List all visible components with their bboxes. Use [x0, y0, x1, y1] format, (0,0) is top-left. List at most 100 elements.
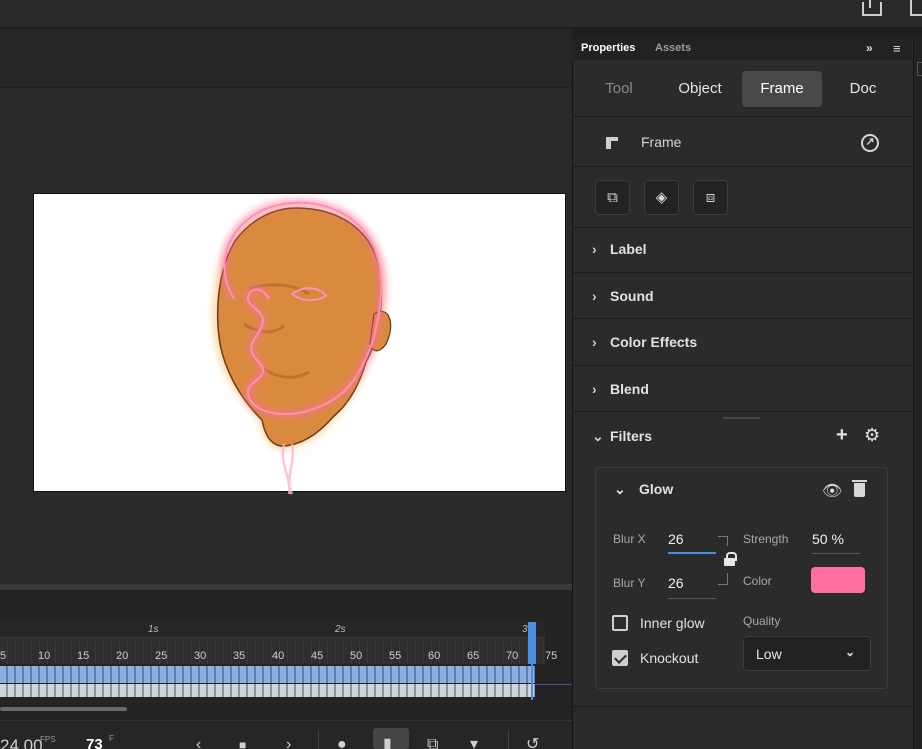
color-label: Color [743, 574, 772, 588]
blur-x-input[interactable]: 26 [668, 531, 684, 547]
edit-multiple-frames-icon[interactable]: ▮ [383, 737, 392, 749]
frame-number: 5 [0, 650, 7, 662]
keyframe-diamond-icon: ◈ [655, 189, 668, 206]
knockout-label[interactable]: Knockout [640, 650, 698, 666]
segment-object[interactable]: Object [662, 71, 738, 107]
segment-frame[interactable]: Frame [742, 71, 822, 107]
stage-toolbar [0, 29, 572, 87]
frame-number: 20 [116, 650, 129, 662]
next-frame-icon[interactable]: › [286, 737, 291, 749]
timeline-layer-end-line [535, 684, 572, 685]
chevron-right-icon: › [592, 381, 597, 397]
timeline-ruler[interactable] [0, 622, 545, 638]
lock-icon[interactable] [724, 552, 737, 566]
section-filters-title: Filters [610, 428, 653, 444]
share-icon[interactable] [860, 0, 882, 16]
tab-assets[interactable]: Assets [655, 42, 691, 54]
chevron-down-icon: ⌄ [614, 481, 626, 497]
insert-keyframe-icon[interactable]: ⧉ [427, 737, 438, 749]
panel-collapse-handle[interactable] [917, 62, 922, 76]
timeline-layer-frames[interactable] [0, 684, 535, 697]
section-filters[interactable]: ⌄ Filters [592, 428, 652, 445]
section-blend-title: Blend [610, 381, 649, 397]
arrow-up-right-circle-icon[interactable]: ↗ [861, 134, 879, 152]
trash-icon[interactable] [852, 480, 867, 497]
chevron-right-icon: › [592, 241, 597, 257]
quality-value: Low [756, 646, 782, 662]
section-label[interactable]: › Label [592, 241, 647, 257]
frame-number: 70 [506, 650, 519, 662]
frame-number: 55 [389, 650, 402, 662]
link-bracket [718, 573, 728, 585]
insert-blank-frame-icon[interactable]: ▾ [470, 737, 478, 749]
tab-properties[interactable]: Properties [581, 42, 635, 54]
timeline-second-label: 3 [522, 624, 528, 635]
head-artwork[interactable] [34, 194, 567, 514]
fps-unit: FPS [40, 735, 56, 744]
gear-icon[interactable]: ⚙ [864, 425, 880, 446]
convert-to-keyframe-icon: ⧉ [607, 189, 618, 206]
blur-x-label: Blur X [613, 532, 646, 546]
blur-x-underline [668, 552, 716, 554]
inner-glow-label[interactable]: Inner glow [640, 615, 705, 631]
insert-blank-keyframe-button[interactable]: ⧈ [693, 180, 728, 215]
convert-to-keyframe-button[interactable]: ⧉ [595, 180, 630, 215]
chevron-right-icon: › [592, 288, 597, 304]
frame-number: 50 [350, 650, 363, 662]
knockout-checkbox[interactable] [612, 650, 628, 666]
frame-number: 30 [194, 650, 207, 662]
frame-icon [606, 137, 618, 149]
previous-frame-icon[interactable]: ‹ [196, 737, 201, 749]
insert-blank-keyframe-icon: ⧈ [705, 189, 716, 206]
current-frame-value[interactable]: 73 [86, 736, 103, 749]
section-sound[interactable]: › Sound [592, 288, 654, 304]
section-color-effects[interactable]: › Color Effects [592, 334, 697, 350]
strength-label: Strength [743, 532, 789, 546]
timeline-layer-frames[interactable] [0, 666, 535, 683]
divider [573, 411, 912, 412]
frame-section-title: Frame [641, 134, 682, 150]
timeline-scrollbar[interactable] [0, 707, 127, 711]
onion-skin-icon[interactable]: ● [337, 737, 347, 749]
link-bracket [718, 536, 728, 546]
window-panel-icon[interactable] [910, 0, 922, 16]
frame-number: 35 [233, 650, 246, 662]
glow-color-swatch[interactable] [811, 567, 865, 593]
frame-number: 60 [428, 650, 441, 662]
add-filter-icon[interactable]: + [836, 424, 848, 447]
play-icon[interactable]: ■ [239, 737, 246, 749]
separator [318, 731, 319, 749]
chevron-right-icon: › [592, 334, 597, 350]
divider [573, 706, 912, 707]
blur-y-label: Blur Y [613, 576, 646, 590]
divider [573, 227, 912, 228]
frame-number: 75 [545, 650, 558, 662]
section-sound-title: Sound [610, 288, 654, 304]
segment-doc[interactable]: Doc [834, 71, 892, 107]
panel-resize-grip[interactable] [723, 417, 760, 419]
stage-canvas[interactable] [33, 193, 566, 495]
divider [573, 272, 912, 273]
chevron-down-icon: ⌄ [592, 428, 604, 444]
section-blend[interactable]: › Blend [592, 381, 649, 397]
loop-icon[interactable]: ↺ [526, 737, 539, 749]
fps-value[interactable]: 24.00 [0, 736, 43, 749]
timeline-playhead[interactable] [528, 622, 536, 664]
blur-y-underline [668, 598, 716, 599]
keyframe-diamond-button[interactable]: ◈ [644, 180, 679, 215]
frame-number: 25 [155, 650, 168, 662]
strength-input[interactable]: 50 % [812, 531, 844, 547]
section-label-title: Label [610, 241, 647, 257]
eye-icon[interactable]: 👁 [822, 481, 842, 501]
timeline-second-label: 1s [148, 624, 159, 635]
panel-menu-icon[interactable]: ≡ [893, 41, 901, 56]
frame-number: 45 [311, 650, 324, 662]
panel-expand-icon[interactable]: » [866, 41, 873, 55]
blur-y-input[interactable]: 26 [668, 575, 684, 591]
glow-filter-header[interactable]: ⌄ Glow [614, 481, 673, 498]
separator [508, 731, 509, 749]
segment-tool[interactable]: Tool [594, 71, 644, 107]
divider [573, 166, 912, 167]
inner-glow-checkbox[interactable] [612, 615, 628, 631]
frame-number: 40 [272, 650, 285, 662]
